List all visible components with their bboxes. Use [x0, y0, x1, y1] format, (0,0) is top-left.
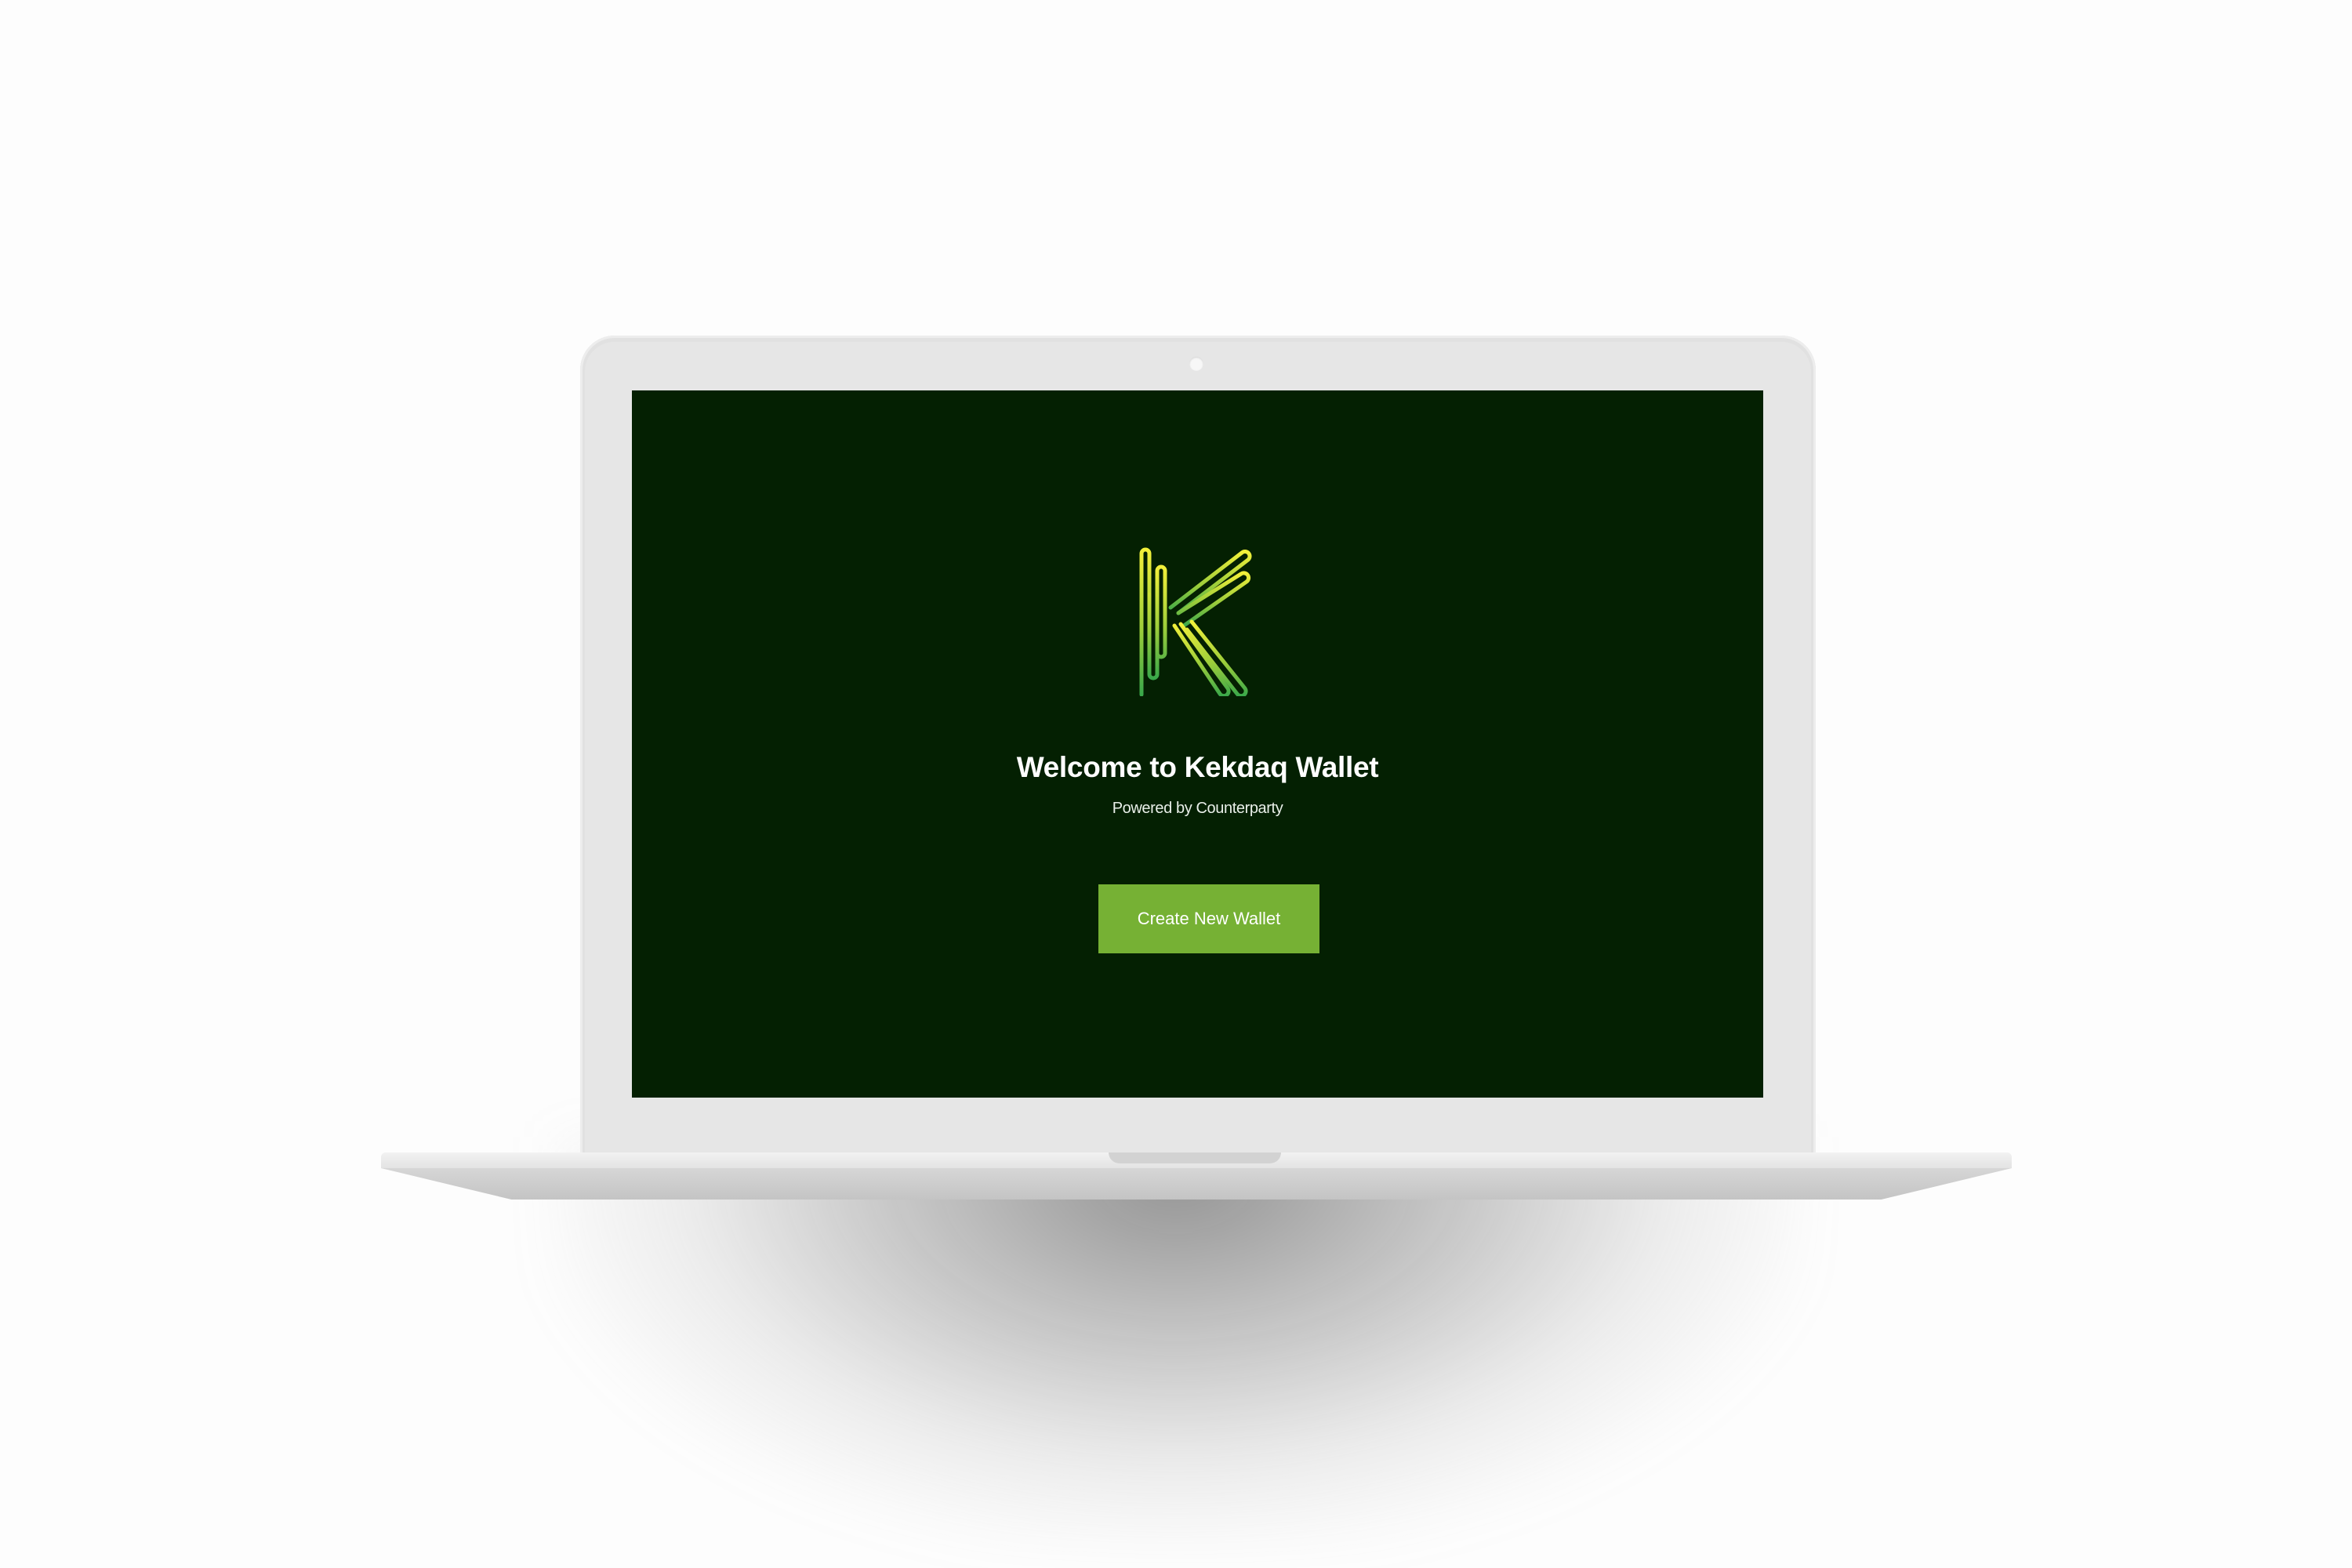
- welcome-title: Welcome to Kekdaq Wallet: [1016, 751, 1379, 783]
- kekdaq-logo-icon: [1139, 547, 1251, 696]
- app-screen: Welcome to Kekdaq Wallet Powered by Coun…: [632, 390, 1763, 1098]
- create-new-wallet-button[interactable]: Create New Wallet: [1098, 884, 1319, 953]
- laptop-base-edge: [381, 1168, 2012, 1200]
- camera-icon: [1189, 357, 1203, 371]
- laptop-notch: [1109, 1152, 1281, 1163]
- powered-by-text: Powered by Counterparty: [1112, 800, 1283, 817]
